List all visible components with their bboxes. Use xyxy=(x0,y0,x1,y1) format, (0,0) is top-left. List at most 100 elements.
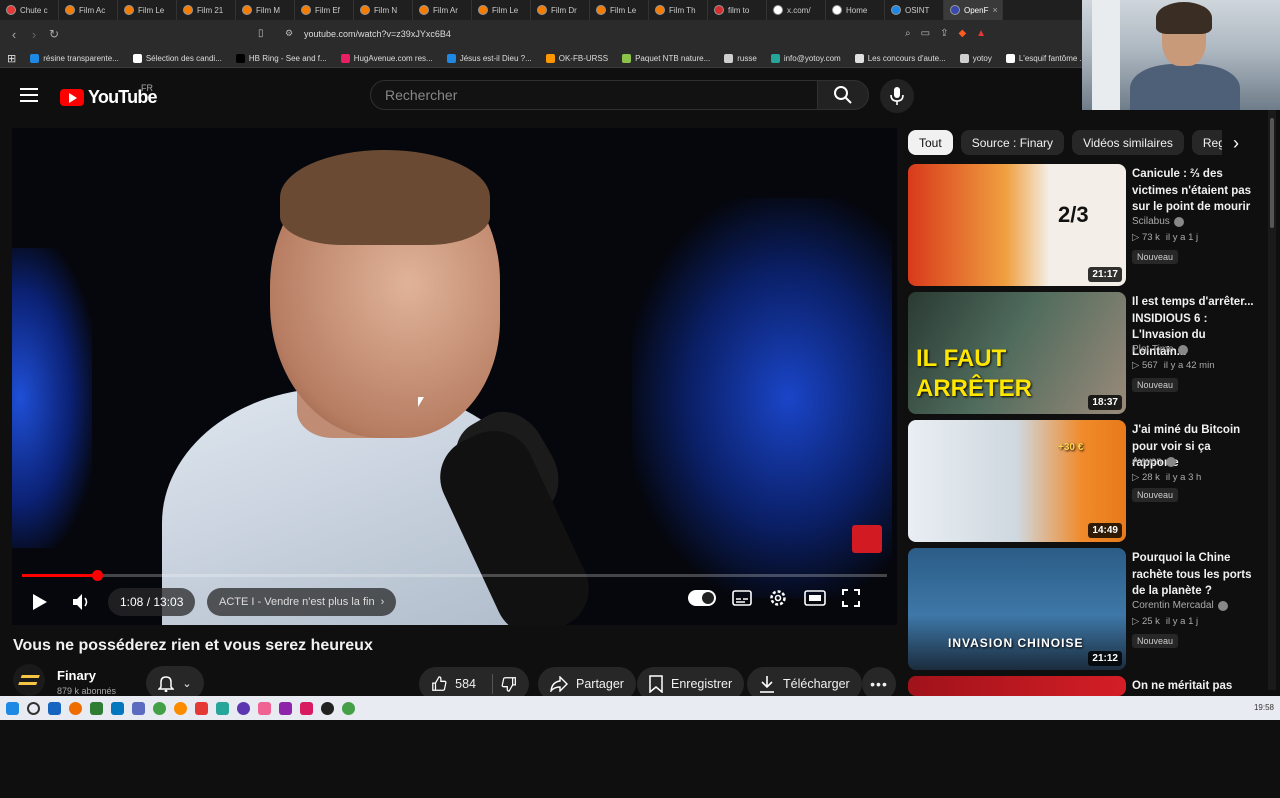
taskbar-app-icon[interactable] xyxy=(111,701,124,715)
taskbar-app-icon[interactable] xyxy=(258,701,271,715)
browser-tab[interactable]: Film Ar xyxy=(413,0,472,20)
search-button[interactable] xyxy=(817,80,869,110)
bookmark-item[interactable]: Les concours d'aute... xyxy=(848,54,953,63)
recommended-video[interactable]: +30 €14:49 J'ai miné du Bitcoin pour voir… xyxy=(908,420,1268,542)
taskbar-app-icon[interactable] xyxy=(300,701,313,715)
browser-tab[interactable]: x.com/ xyxy=(767,0,826,20)
recommended-channel[interactable]: Aywen xyxy=(1132,456,1176,467)
video-thumbnail[interactable] xyxy=(908,676,1126,696)
hamburger-menu-icon[interactable] xyxy=(20,88,38,102)
taskbar-search-icon[interactable] xyxy=(27,701,40,715)
video-thumbnail[interactable]: 2/3 21:17 xyxy=(908,164,1126,286)
recommended-video[interactable]: 2/3 21:17 Canicule : ⅔ des victimes n'étai… xyxy=(908,164,1268,286)
settings-gear-icon[interactable] xyxy=(768,588,788,608)
site-info-icon[interactable]: ⚙ xyxy=(285,28,293,39)
bookmark-item[interactable]: russe xyxy=(717,54,764,63)
browser-tab[interactable]: film to xyxy=(708,0,767,20)
taskbar-app-icon[interactable] xyxy=(195,701,208,715)
video-thumbnail[interactable]: INVASION CHINOISE 21:12 xyxy=(908,548,1126,670)
taskbar-app-icon[interactable] xyxy=(321,701,334,715)
browser-tab[interactable]: Film Le xyxy=(118,0,177,20)
autoplay-toggle[interactable] xyxy=(688,590,716,606)
browser-tab[interactable]: Chute c xyxy=(0,0,59,20)
theater-mode-icon[interactable] xyxy=(804,590,826,606)
apps-icon[interactable]: ⊞ xyxy=(0,52,23,65)
forward-icon[interactable]: › xyxy=(24,27,44,42)
recommended-video-title[interactable]: Canicule : ⅔ des victimes n'étaient pas … xyxy=(1132,166,1260,216)
dislike-icon[interactable] xyxy=(501,675,517,693)
taskbar-app-icon[interactable] xyxy=(132,701,145,715)
browser-tab[interactable]: OpenF × xyxy=(944,0,1003,20)
video-player[interactable]: 1:08 / 13:03 ACTE I - Vendre n'est plus … xyxy=(12,128,897,625)
taskbar-app-icon[interactable] xyxy=(237,701,250,715)
taskbar-app-icon[interactable] xyxy=(69,701,82,715)
like-icon[interactable] xyxy=(431,675,447,693)
browser-tab[interactable]: Film Le xyxy=(590,0,649,20)
search-input[interactable]: Rechercher xyxy=(370,80,818,110)
reload-icon[interactable]: ↻ xyxy=(44,27,64,41)
browser-tab[interactable]: Film Th xyxy=(649,0,708,20)
bookmark-item[interactable]: Jésus est-il Dieu ?... xyxy=(440,54,539,63)
like-count[interactable]: 584 xyxy=(455,677,476,691)
video-progress-bar[interactable] xyxy=(22,570,887,581)
channel-avatar[interactable] xyxy=(13,664,45,696)
filter-chip[interactable]: Tout xyxy=(908,130,953,155)
volume-button[interactable] xyxy=(72,588,92,616)
browser-tab[interactable]: Film N xyxy=(354,0,413,20)
bookmark-item[interactable]: HugAvenue.com res... xyxy=(334,54,440,63)
browser-tab[interactable]: Film M xyxy=(236,0,295,20)
recommended-video-title[interactable]: On ne méritait pas xyxy=(1132,678,1260,695)
bookmark-item[interactable]: Paquet NTB nature... xyxy=(615,54,717,63)
recommended-video-title[interactable]: Pourquoi la Chine rachète tous les ports… xyxy=(1132,550,1260,600)
brave-rewards-icon[interactable]: ▲ xyxy=(976,28,986,39)
share-icon[interactable]: ⇪ xyxy=(940,28,948,39)
address-bar-url[interactable]: youtube.com/watch?v=z39xJYxc6B4 xyxy=(304,29,451,39)
taskbar-app-icon[interactable] xyxy=(279,701,292,715)
browser-tab[interactable]: Home xyxy=(826,0,885,20)
browser-tab[interactable]: Film Ef xyxy=(295,0,354,20)
progress-scrubber[interactable] xyxy=(92,570,104,581)
chips-next-button[interactable]: › xyxy=(1222,130,1250,156)
taskbar-app-icon[interactable] xyxy=(174,701,187,715)
notification-bell-button[interactable]: ⌄ xyxy=(146,666,204,700)
recommended-channel[interactable]: Corentin Mercadal xyxy=(1132,600,1228,611)
voice-search-button[interactable] xyxy=(880,79,914,113)
bookmark-item[interactable]: L'esquif fantôme ... xyxy=(999,54,1093,63)
chapter-button[interactable]: ACTE I - Vendre n'est plus la fin › xyxy=(207,588,397,616)
filter-chip[interactable]: Vidéos similaires xyxy=(1072,130,1184,155)
browser-tab[interactable]: Film Ac xyxy=(59,0,118,20)
bookmark-item[interactable]: info@yotoy.com xyxy=(764,54,848,63)
windows-start-icon[interactable] xyxy=(6,701,19,715)
bookmark-item[interactable]: HB Ring - See and f... xyxy=(229,54,334,63)
channel-watermark-icon[interactable] xyxy=(852,525,882,553)
bookmark-item[interactable]: résine transparente... xyxy=(23,54,126,63)
recommended-channel[interactable]: Plot Time xyxy=(1132,344,1188,355)
taskbar-app-icon[interactable] xyxy=(48,701,61,715)
recommended-channel[interactable]: Scilabus xyxy=(1132,216,1184,227)
taskbar-app-icon[interactable] xyxy=(342,701,355,715)
play-button[interactable] xyxy=(32,588,48,616)
bookmark-item[interactable]: OK-FB-URSS xyxy=(539,54,615,63)
recommended-video[interactable]: INVASION CHINOISE 21:12 Pourquoi la Chine … xyxy=(908,548,1268,670)
browser-tab[interactable]: Film Le xyxy=(472,0,531,20)
bookmark-item[interactable]: Sélection des candi... xyxy=(126,54,229,63)
video-thumbnail[interactable]: IL FAUT ARRÊTER 18:37 xyxy=(908,292,1126,414)
back-icon[interactable]: ‹ xyxy=(4,27,24,42)
recommended-video[interactable]: IL FAUT ARRÊTER 18:37 Il est temps d'arrêt… xyxy=(908,292,1268,414)
brave-shield-icon[interactable]: ◆ xyxy=(958,28,966,39)
fullscreen-icon[interactable] xyxy=(842,589,860,607)
channel-name[interactable]: Finary xyxy=(57,668,96,683)
browser-tab[interactable]: OSINT xyxy=(885,0,944,20)
filter-chip[interactable]: Source : Finary xyxy=(960,130,1065,155)
page-scrollbar[interactable] xyxy=(1268,110,1276,690)
video-thumbnail[interactable]: +30 € 14:49 xyxy=(908,420,1126,542)
bookmark-item[interactable]: yotoy xyxy=(953,54,999,63)
subtitles-icon[interactable] xyxy=(732,590,752,606)
recommended-video[interactable]: On ne méritait pas xyxy=(908,676,1268,798)
browser-tab[interactable]: Film Dr xyxy=(531,0,590,20)
bookmark-page-icon[interactable]: ▯ xyxy=(258,28,264,39)
taskbar-app-icon[interactable] xyxy=(216,701,229,715)
close-tab-icon[interactable]: × xyxy=(992,5,997,15)
taskbar-app-icon[interactable] xyxy=(153,701,166,715)
taskbar-app-icon[interactable] xyxy=(90,701,103,715)
